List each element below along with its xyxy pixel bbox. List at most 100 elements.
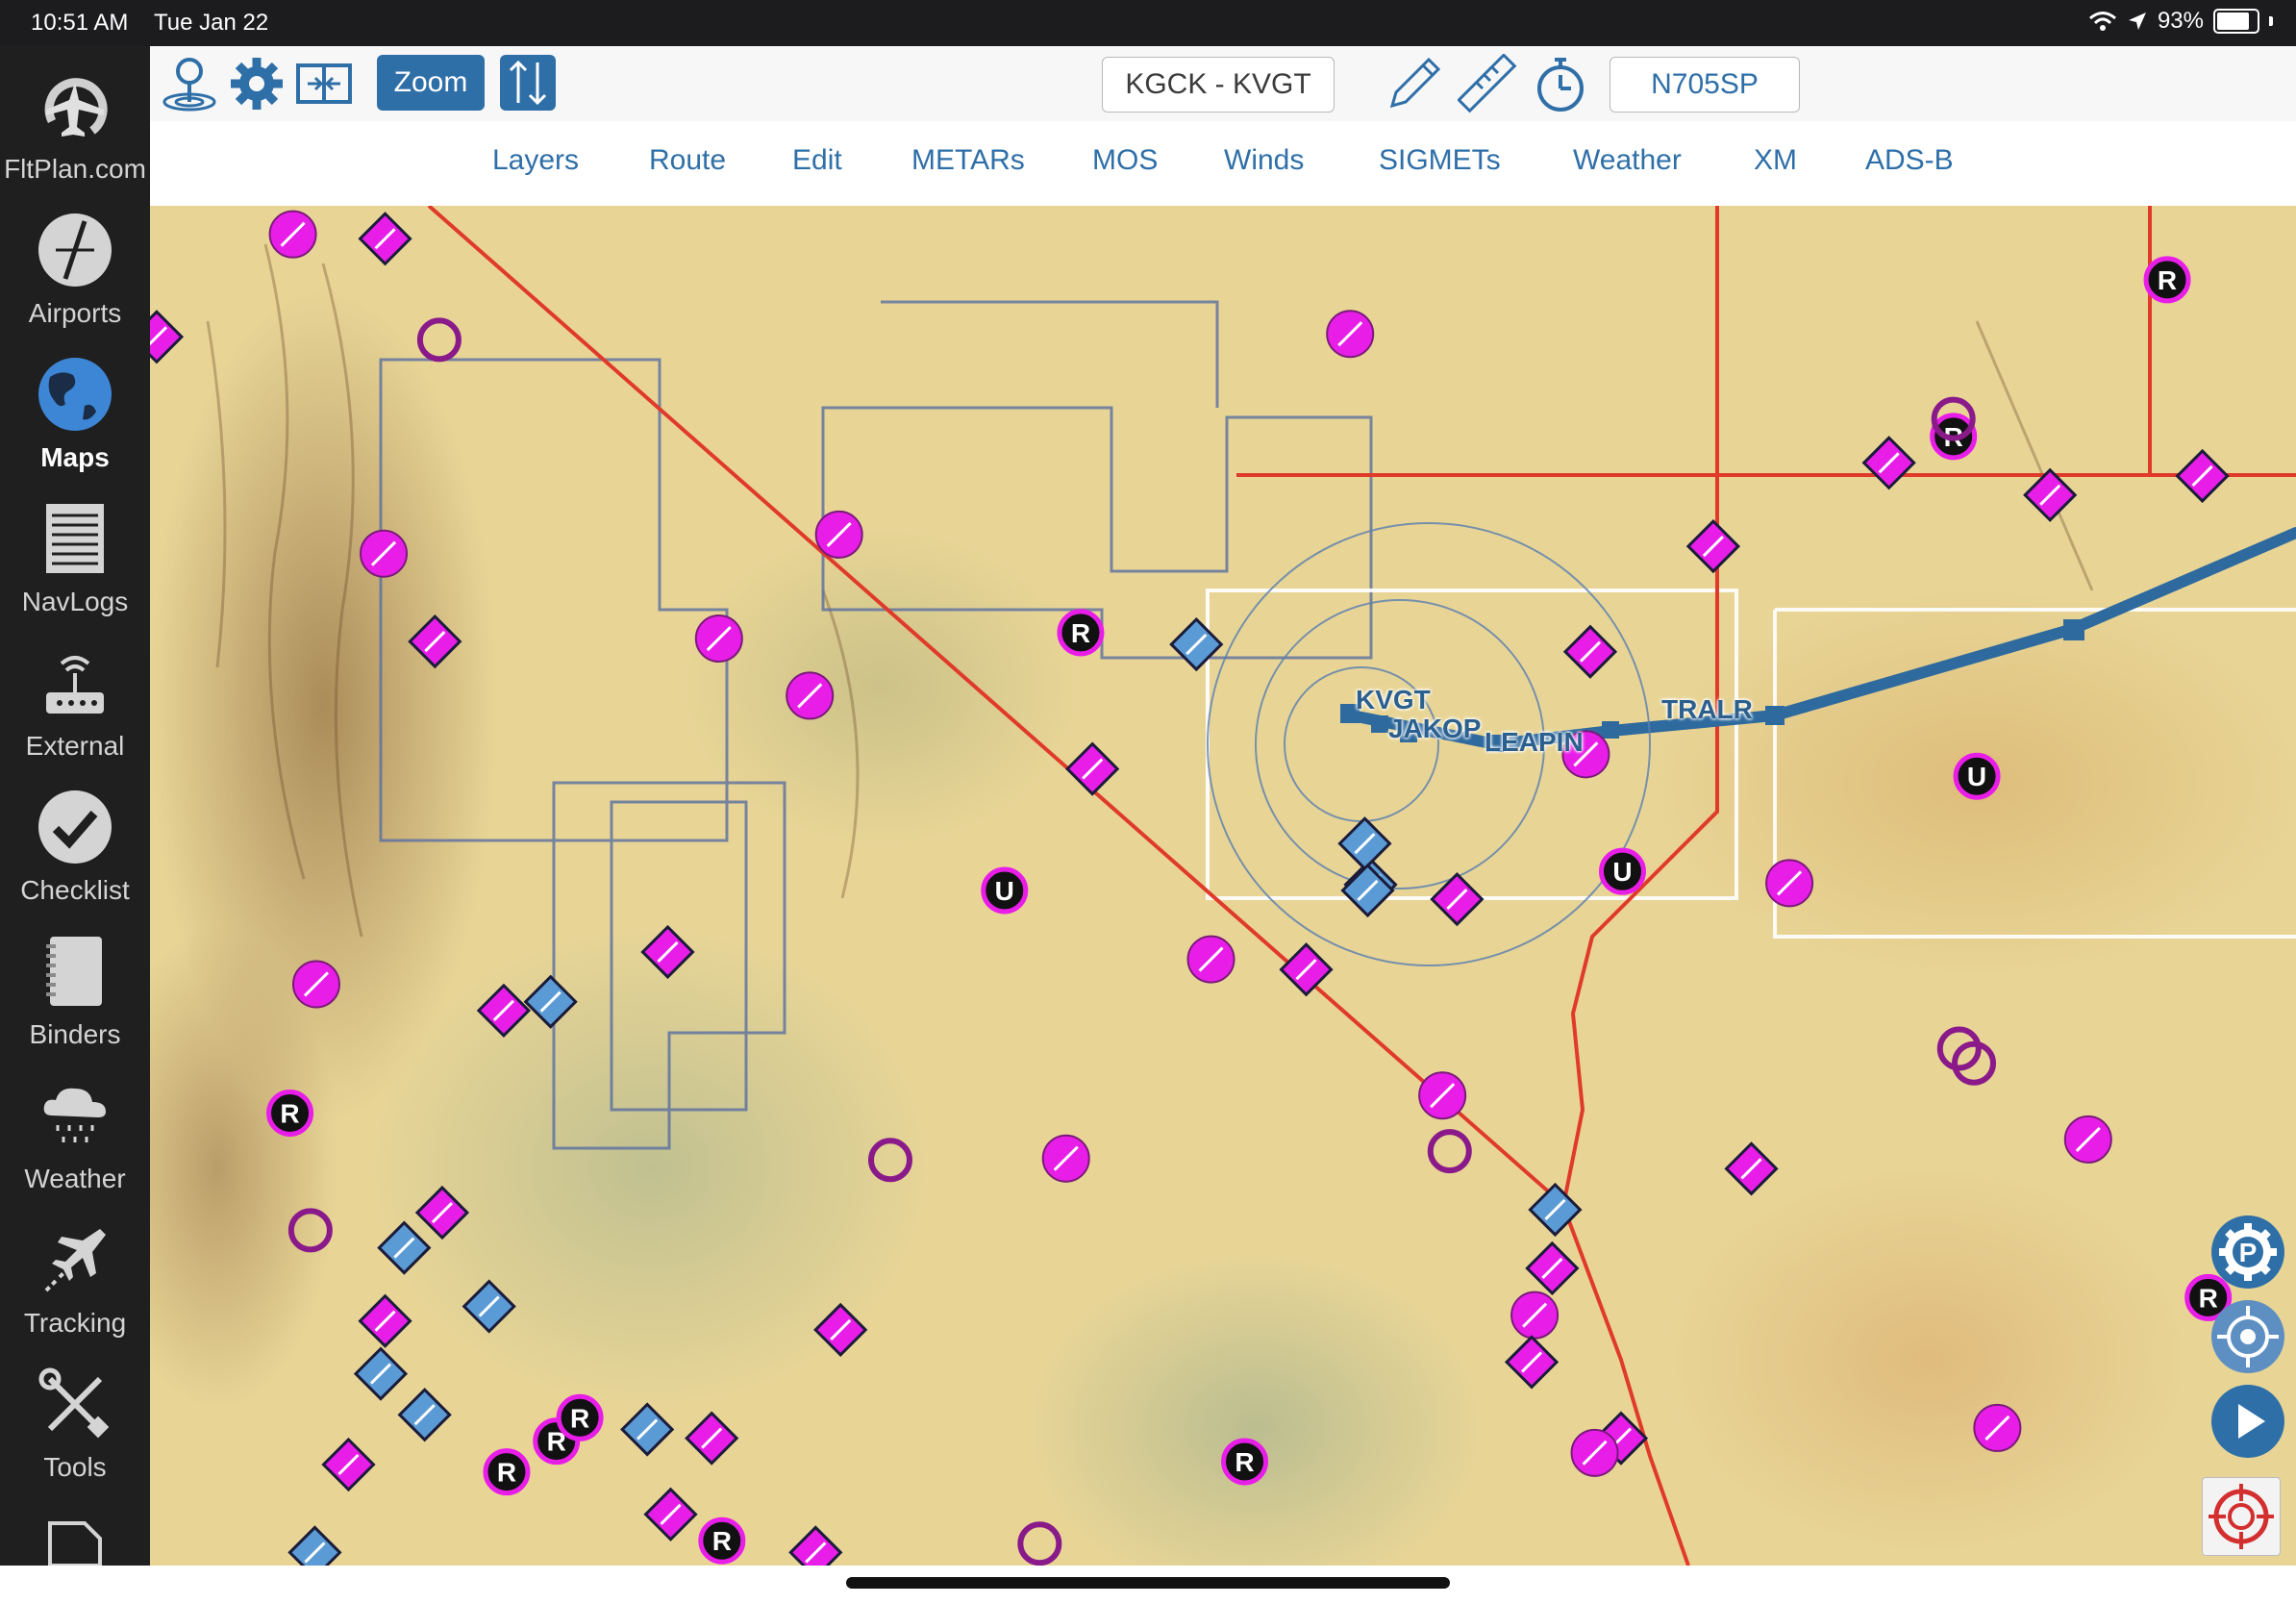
airport-marker[interactable] — [476, 983, 532, 1038]
airport-marker[interactable] — [1041, 1134, 1090, 1183]
sidebar-item-airports[interactable]: Airports — [0, 198, 150, 342]
waypoint-label-kvgt[interactable]: KVGT — [1356, 685, 1431, 715]
airport-marker[interactable] — [1504, 1335, 1560, 1390]
airport-marker[interactable] — [150, 310, 185, 364]
airport-marker[interactable] — [360, 529, 409, 578]
airport-marker[interactable]: R — [2143, 256, 2191, 304]
airport-marker[interactable] — [287, 1525, 342, 1566]
menu-xm[interactable]: XM — [1754, 144, 1797, 177]
airport-marker[interactable] — [377, 1220, 432, 1275]
airport-marker[interactable] — [358, 1293, 412, 1348]
airport-marker[interactable] — [813, 1302, 868, 1358]
home-indicator[interactable] — [846, 1577, 1450, 1589]
airport-marker[interactable] — [694, 614, 743, 664]
center-location-button[interactable] — [2211, 1300, 2284, 1373]
menu-mos[interactable]: MOS — [1092, 144, 1158, 177]
airport-marker[interactable]: R — [266, 1089, 314, 1137]
target-button[interactable] — [2202, 1477, 2281, 1556]
airport-marker[interactable] — [1065, 741, 1120, 796]
airport-marker[interactable] — [408, 614, 462, 669]
sidebar-item-fltplan[interactable]: FltPlan.com — [0, 54, 150, 198]
stopwatch-icon[interactable] — [1531, 54, 1590, 113]
split-screen-icon[interactable] — [294, 54, 354, 113]
aircraft-id-button[interactable]: N705SP — [1610, 57, 1800, 113]
airport-marker[interactable] — [291, 960, 340, 1009]
settings-gear-icon[interactable] — [227, 54, 287, 113]
document-icon[interactable] — [46, 1521, 104, 1566]
menu-edit[interactable]: Edit — [792, 144, 842, 177]
airport-marker[interactable] — [2023, 467, 2078, 522]
airport-marker[interactable] — [786, 671, 835, 720]
airport-marker[interactable] — [640, 924, 695, 980]
sectional-map[interactable]: RURRRRRRUURRR KVGT JAKOP LEAPIN TRALR — [150, 206, 2296, 1566]
airport-marker[interactable] — [1418, 1071, 1467, 1120]
airport-marker[interactable] — [353, 1346, 409, 1401]
zoom-button[interactable]: Zoom — [377, 55, 485, 111]
airport-marker[interactable] — [788, 1525, 843, 1566]
menu-weather[interactable]: Weather — [1573, 144, 1682, 177]
airport-marker[interactable]: R — [698, 1516, 746, 1565]
waypoint-label-jakop[interactable]: JAKOP — [1388, 714, 1481, 744]
airport-marker[interactable] — [1169, 616, 1224, 672]
airport-marker[interactable] — [1326, 310, 1375, 359]
map-pin-icon[interactable] — [160, 54, 219, 113]
airport-marker[interactable] — [620, 1402, 675, 1457]
route-display[interactable]: KGCK - KVGT — [1102, 57, 1335, 113]
airport-marker[interactable] — [287, 1208, 333, 1253]
sidebar-item-external[interactable]: External — [0, 631, 150, 775]
airport-marker[interactable] — [814, 510, 863, 559]
airport-marker[interactable]: R — [1057, 609, 1105, 657]
airport-marker[interactable] — [523, 974, 578, 1029]
airport-marker[interactable] — [1724, 1141, 1779, 1196]
sidebar-item-binders[interactable]: Binders — [0, 919, 150, 1064]
airport-marker[interactable] — [1186, 935, 1235, 984]
swap-direction-button[interactable] — [500, 55, 556, 111]
airport-marker[interactable] — [397, 1388, 452, 1442]
airport-marker[interactable] — [1017, 1521, 1062, 1566]
airport-marker[interactable] — [685, 1411, 739, 1466]
airport-marker[interactable] — [414, 1185, 470, 1241]
airport-marker[interactable] — [1685, 518, 1741, 574]
airport-marker[interactable] — [321, 1437, 376, 1492]
airport-marker[interactable]: R — [483, 1448, 531, 1496]
pencil-icon[interactable] — [1385, 54, 1444, 113]
airport-marker[interactable] — [1337, 816, 1392, 871]
airport-marker[interactable] — [867, 1138, 912, 1183]
menu-sigmets[interactable]: SIGMETs — [1379, 144, 1501, 177]
airport-marker[interactable] — [1525, 1241, 1580, 1296]
parking-gear-button[interactable]: P — [2211, 1216, 2284, 1289]
airport-marker[interactable]: U — [1953, 752, 2001, 800]
sidebar-item-maps[interactable]: Maps — [0, 342, 150, 487]
sidebar-item-navlogs[interactable]: NavLogs — [0, 487, 150, 631]
airport-marker[interactable]: U — [981, 866, 1029, 915]
airport-marker[interactable] — [1973, 1403, 2022, 1452]
menu-layers[interactable]: Layers — [492, 144, 579, 177]
airport-marker[interactable] — [2063, 1115, 2112, 1164]
airport-marker[interactable] — [1279, 942, 1334, 997]
airport-marker[interactable] — [1562, 624, 1618, 679]
waypoint-label-tralr[interactable]: TRALR — [1661, 694, 1753, 725]
airport-marker[interactable] — [1510, 1291, 1560, 1340]
ruler-icon[interactable] — [1458, 54, 1517, 113]
airport-marker[interactable] — [2175, 448, 2230, 504]
airport-marker[interactable] — [1861, 436, 1916, 490]
play-button[interactable] — [2211, 1385, 2284, 1458]
waypoint-label-leapin[interactable]: LEAPIN — [1485, 727, 1584, 758]
airport-marker[interactable] — [358, 212, 412, 266]
sidebar-item-weather[interactable]: Weather — [0, 1064, 150, 1208]
menu-route[interactable]: Route — [649, 144, 726, 177]
menu-metars[interactable]: METARs — [911, 144, 1025, 177]
menu-adsb[interactable]: ADS-B — [1865, 144, 1954, 177]
airport-marker[interactable]: U — [1598, 847, 1646, 895]
airport-marker[interactable] — [416, 317, 462, 363]
airport-marker[interactable] — [462, 1279, 516, 1334]
airport-marker[interactable] — [643, 1487, 698, 1541]
sidebar-item-tracking[interactable]: Tracking — [0, 1208, 150, 1352]
airport-marker[interactable] — [1430, 872, 1485, 927]
menu-winds[interactable]: Winds — [1224, 144, 1304, 177]
airport-marker[interactable] — [268, 210, 317, 259]
sidebar-item-tools[interactable]: Tools — [0, 1352, 150, 1496]
airport-marker[interactable] — [1427, 1129, 1472, 1174]
sidebar-item-checklist[interactable]: Checklist — [0, 775, 150, 919]
airport-marker[interactable]: R — [1221, 1438, 1269, 1486]
